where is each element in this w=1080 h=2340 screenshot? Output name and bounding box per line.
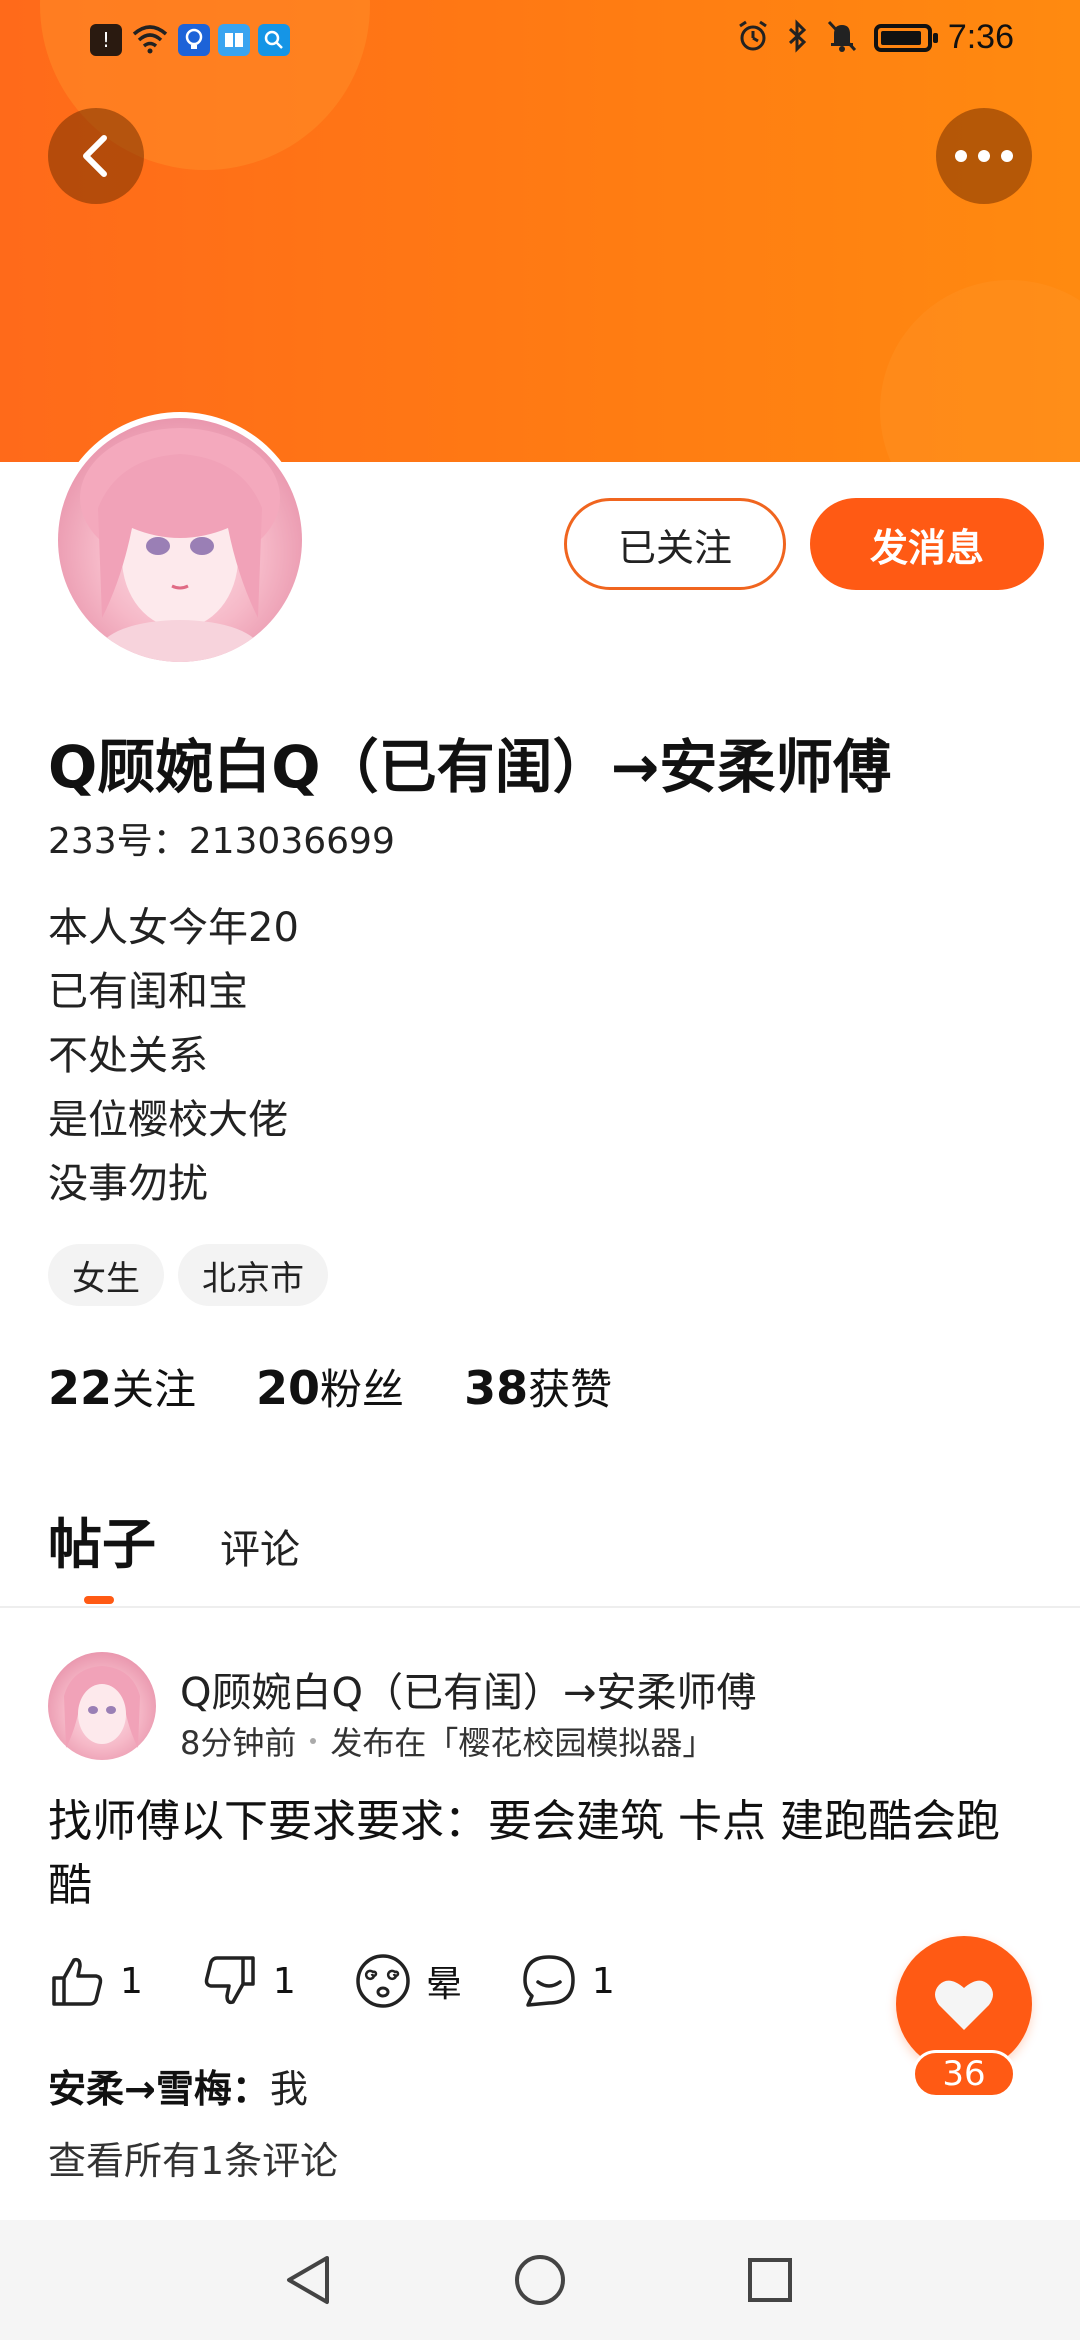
meta-separator: [310, 1738, 317, 1744]
status-right-icons: 7:36: [736, 18, 1014, 57]
comment-preview[interactable]: 安柔→雪梅：我: [48, 2058, 308, 2113]
favorite-count-badge: 36: [912, 2050, 1016, 2098]
triangle-back-icon: [287, 2256, 329, 2304]
square-recents-icon: [748, 2258, 792, 2302]
bio-line: 已有闺和宝: [48, 969, 248, 1015]
tab-comments[interactable]: 评论: [220, 1517, 300, 1575]
book-icon: [218, 24, 250, 56]
post-author-name[interactable]: Q顾婉白Q（已有闺）→安柔师傅: [180, 1660, 756, 1718]
comment-text: 我: [269, 2067, 308, 2111]
view-all-comments-link[interactable]: 查看所有1条评论: [48, 2130, 338, 2185]
banner-decoration: [880, 280, 1080, 462]
alarm-icon: [736, 19, 770, 57]
post-time: 8分钟前: [180, 1724, 297, 1762]
heart-icon: [935, 1980, 993, 2030]
active-tab-indicator: [84, 1596, 114, 1604]
bulb-icon: [178, 24, 210, 56]
profile-avatar[interactable]: [52, 412, 308, 668]
comment-author: 安柔→雪梅：: [48, 2067, 270, 2111]
dislike-button[interactable]: 1: [201, 1952, 296, 2010]
like-count: 1: [120, 1960, 143, 2002]
alert-icon: !: [90, 24, 122, 56]
clock-time: 7:36: [947, 18, 1014, 56]
tab-posts[interactable]: 帖子: [48, 1500, 156, 1579]
thumbs-down-icon: [204, 1956, 255, 2005]
stat-label: 关注: [112, 1365, 197, 1414]
post-actions: 1 1 晕 1: [48, 1952, 673, 2010]
profile-stats: 22关注 20粉丝 38获赞: [48, 1356, 612, 1417]
profile-username: Q顾婉白Q（已有闺）→安柔师傅: [48, 733, 892, 801]
nav-home-button[interactable]: [508, 2248, 572, 2312]
battery-icon: [873, 23, 938, 52]
stat-value: 22: [48, 1361, 113, 1415]
back-button[interactable]: [48, 108, 144, 204]
bio-line: 本人女今年20: [48, 905, 299, 951]
post-author-avatar[interactable]: [48, 1652, 156, 1760]
content-tabs: 帖子 评论: [48, 1500, 300, 1579]
stat-label: 获赞: [528, 1365, 613, 1414]
search-app-icon: [258, 24, 290, 56]
status-left-icons: !: [90, 22, 290, 58]
comment-bubble-icon: [523, 1955, 575, 2007]
profile-bio: 本人女今年20 已有闺和宝 不处关系 是位樱校大佬 没事勿扰: [48, 896, 299, 1216]
stat-likes[interactable]: 38获赞: [464, 1356, 612, 1417]
comment-count: 1: [591, 1960, 615, 2002]
followed-button[interactable]: 已关注: [564, 498, 786, 590]
post-meta: 8分钟前 发布在「樱花校园模拟器」: [180, 1718, 714, 1764]
bluetooth-icon: [786, 18, 810, 57]
bio-line: 没事勿扰: [48, 1161, 208, 1207]
send-message-button[interactable]: 发消息: [810, 498, 1044, 590]
tab-divider: [0, 1606, 1080, 1608]
profile-uid: 233号：213036699: [48, 821, 395, 862]
chevron-left-icon: [83, 135, 107, 177]
status-bar: ! 7:36: [0, 0, 1080, 86]
post-community[interactable]: 发布在「樱花校园模拟器」: [330, 1718, 714, 1764]
dizzy-reaction-button[interactable]: 晕: [354, 1952, 462, 2010]
system-nav-bar: [0, 2220, 1080, 2340]
stat-value: 38: [464, 1361, 529, 1415]
dizzy-face-icon: [356, 1954, 410, 2008]
post-body[interactable]: 找师傅以下要求要求：要会建筑 卡点 建跑酷会跑酷: [48, 1790, 1008, 1918]
dizzy-label: 晕: [425, 1964, 462, 2005]
bio-line: 是位樱校大佬: [48, 1097, 288, 1143]
nav-recents-button[interactable]: [738, 2248, 802, 2312]
bio-line: 不处关系: [48, 1033, 208, 1079]
stat-following[interactable]: 22关注: [48, 1356, 196, 1417]
stat-label: 粉丝: [320, 1365, 405, 1414]
nav-back-button[interactable]: [276, 2248, 340, 2312]
stat-value: 20: [256, 1361, 321, 1415]
wifi-icon: [130, 22, 170, 58]
stat-followers[interactable]: 20粉丝: [256, 1356, 404, 1417]
tag-gender: 女生: [48, 1244, 164, 1306]
avatar-image: [58, 418, 302, 662]
mute-icon: [826, 19, 858, 57]
thumbs-up-icon: [52, 1957, 103, 2006]
tag-location: 北京市: [178, 1244, 328, 1306]
circle-home-icon: [515, 2255, 565, 2305]
more-button[interactable]: [936, 108, 1032, 204]
like-button[interactable]: 1: [48, 1952, 143, 2010]
comment-button[interactable]: 1: [520, 1952, 615, 2010]
dislike-count: 1: [272, 1960, 296, 2002]
profile-tags: 女生 北京市: [48, 1244, 328, 1306]
more-dots-icon: [955, 150, 1013, 162]
